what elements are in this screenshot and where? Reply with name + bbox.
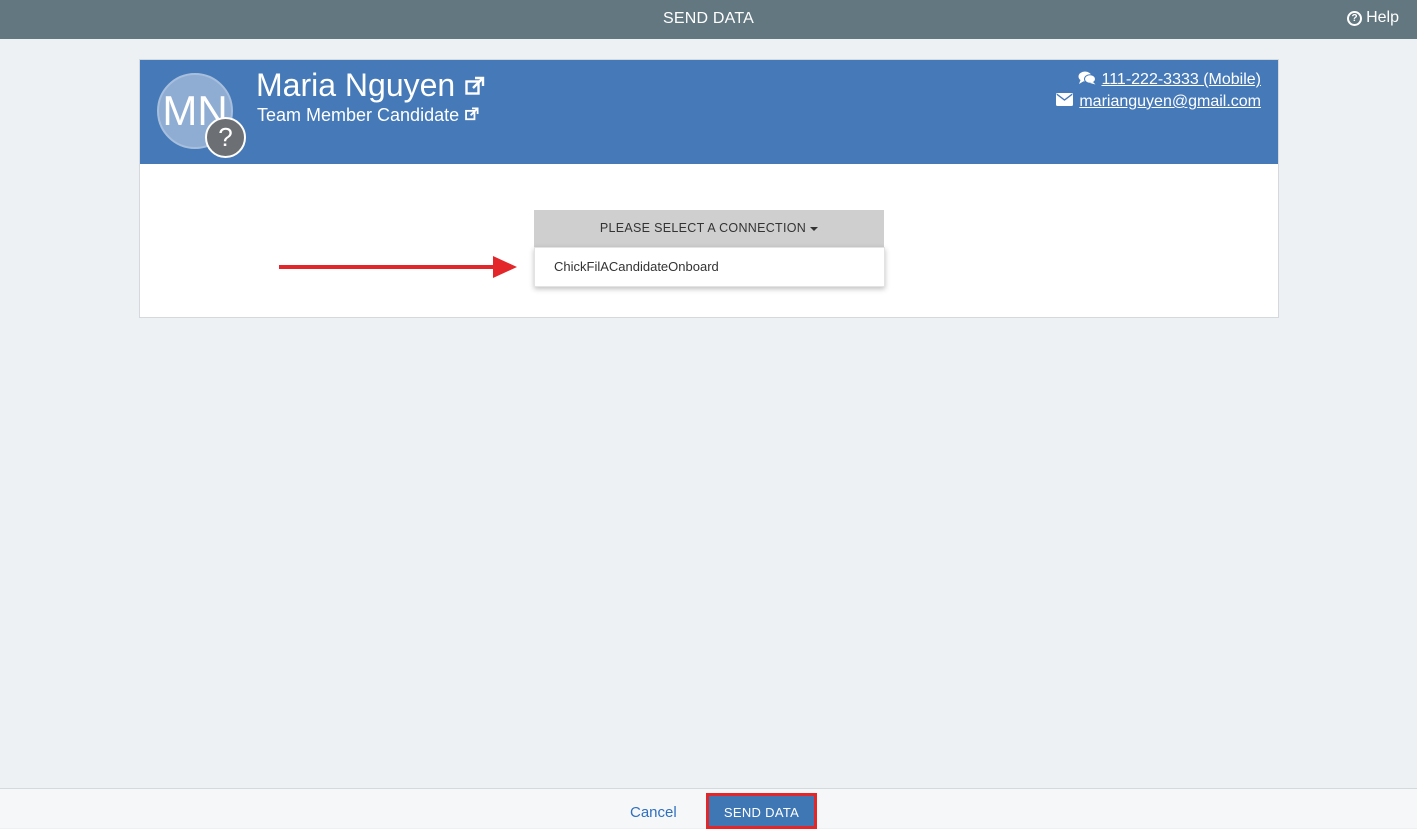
question-circle-icon: ? [1347, 10, 1363, 26]
candidate-role-row: Team Member Candidate [257, 105, 479, 126]
external-link-icon[interactable] [465, 67, 485, 104]
connection-dropdown: PLEASE SELECT A CONNECTION ChickFilACand… [534, 210, 885, 287]
unknown-status-badge: ? [205, 117, 246, 158]
candidate-role: Team Member Candidate [257, 105, 460, 125]
candidate-name: Maria Nguyen [256, 67, 456, 103]
contact-info: 111-222-3333 (Mobile) marianguyen@gmail.… [1056, 69, 1261, 113]
phone-link[interactable]: 111-222-3333 (Mobile) [1102, 71, 1262, 89]
send-data-button[interactable]: SEND DATA [706, 793, 817, 829]
email-link[interactable]: marianguyen@gmail.com [1079, 93, 1261, 111]
footer-bar: Cancel SEND DATA [0, 788, 1417, 829]
card-header: MN ? Maria Nguyen Team Member Candidate [140, 60, 1278, 164]
send-data-label: SEND DATA [723, 805, 800, 820]
external-link-icon[interactable] [465, 105, 479, 126]
help-link[interactable]: ? Help [1347, 9, 1399, 27]
top-bar: SEND DATA ? Help [0, 0, 1417, 39]
comments-icon [1078, 71, 1096, 90]
connection-dropdown-toggle[interactable]: PLEASE SELECT A CONNECTION [534, 210, 884, 247]
connection-toggle-label: PLEASE SELECT A CONNECTION [599, 221, 807, 235]
caret-down-icon [810, 226, 819, 231]
email-row: marianguyen@gmail.com [1056, 91, 1261, 113]
cancel-button[interactable]: Cancel [630, 804, 677, 821]
page-title: SEND DATA [663, 10, 754, 27]
envelope-icon [1056, 93, 1074, 111]
candidate-card: MN ? Maria Nguyen Team Member Candidate [139, 59, 1279, 318]
connection-option[interactable]: ChickFilACandidateOnboard [535, 248, 884, 286]
phone-row: 111-222-3333 (Mobile) [1056, 69, 1261, 91]
connection-menu: ChickFilACandidateOnboard [534, 247, 885, 287]
candidate-name-row: Maria Nguyen [256, 67, 485, 104]
annotation-arrow [279, 256, 517, 278]
help-label: Help [1366, 9, 1399, 26]
